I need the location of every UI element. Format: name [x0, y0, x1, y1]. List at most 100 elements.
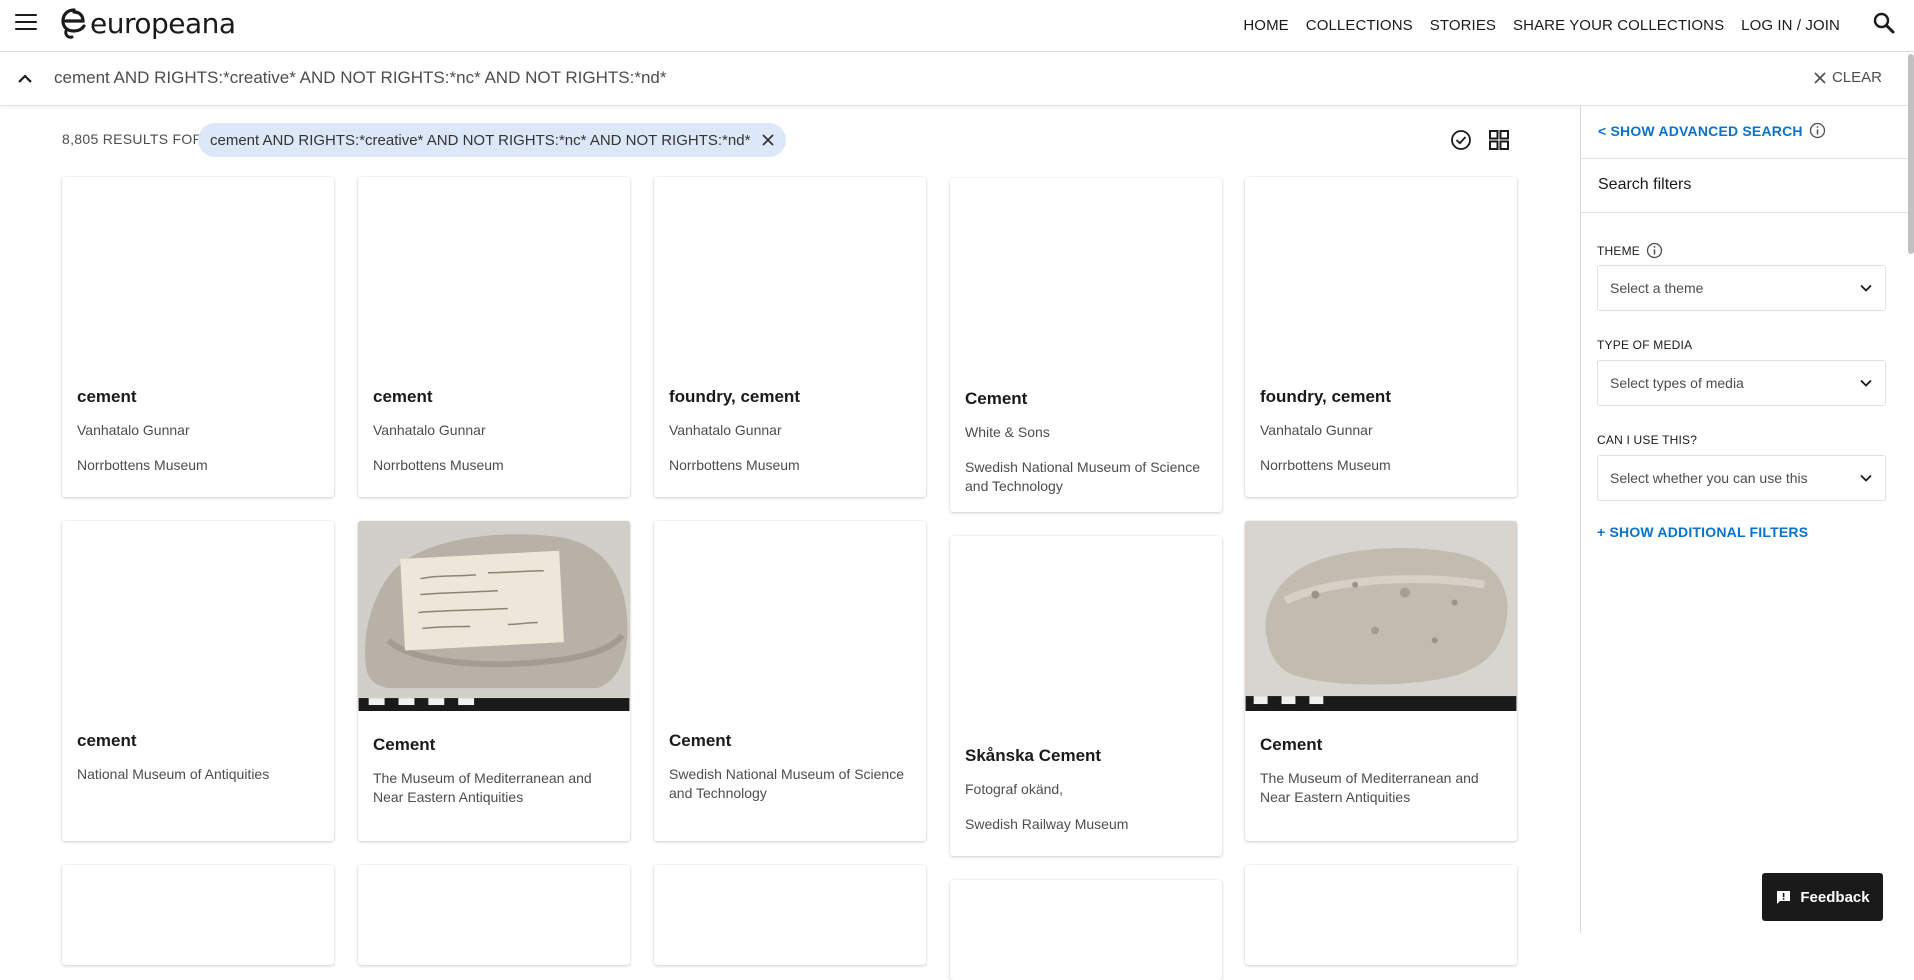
- media-type-placeholder: Select types of media: [1610, 375, 1744, 391]
- result-card[interactable]: [62, 865, 334, 965]
- feedback-icon: [1777, 890, 1791, 904]
- card-image: [654, 177, 926, 367]
- card-title: cement: [373, 387, 433, 406]
- card-title: Cement: [373, 735, 436, 754]
- results-count: 8,805 RESULTS FOR: [62, 131, 203, 147]
- media-type-select[interactable]: Select types of media: [1597, 360, 1886, 406]
- card-provider: Norrbottens Museum: [669, 457, 800, 473]
- nav-stories[interactable]: STORIES: [1430, 17, 1496, 34]
- search-input[interactable]: cement AND RIGHTS:*creative* AND NOT RIG…: [54, 68, 666, 88]
- show-additional-filters-button[interactable]: + SHOW ADDITIONAL FILTERS: [1597, 524, 1808, 540]
- close-icon: [1814, 71, 1826, 84]
- theme-label: THEME: [1597, 242, 1663, 259]
- card-title: Cement: [669, 731, 732, 750]
- result-card[interactable]: cement National Museum of Antiquities: [62, 521, 334, 841]
- card-provider: The Museum of Mediterranean and Near Eas…: [373, 770, 592, 805]
- clear-label: CLEAR: [1831, 69, 1882, 86]
- card-creator: White & Sons: [965, 424, 1050, 440]
- can-i-use-select[interactable]: Select whether you can use this: [1597, 455, 1886, 501]
- query-pill-label: cement AND RIGHTS:*creative* AND NOT RIG…: [210, 131, 751, 149]
- theme-select[interactable]: Select a theme: [1597, 265, 1886, 311]
- card-creator: Vanhatalo Gunnar: [77, 422, 190, 438]
- card-provider: Swedish National Museum of Science and T…: [669, 766, 905, 801]
- nav-share-collections[interactable]: SHARE YOUR COLLECTIONS: [1513, 17, 1724, 34]
- divider: [1581, 158, 1914, 159]
- info-icon[interactable]: [1646, 242, 1663, 259]
- nav-login[interactable]: LOG IN / JOIN: [1741, 17, 1840, 34]
- card-creator: Vanhatalo Gunnar: [1260, 422, 1373, 438]
- result-card[interactable]: [1245, 865, 1517, 965]
- result-card[interactable]: Skånska Cement Fotograf okänd, Swedish R…: [950, 536, 1222, 856]
- query-pill: cement AND RIGHTS:*creative* AND NOT RIG…: [198, 123, 787, 157]
- info-icon[interactable]: [1809, 122, 1826, 139]
- card-image: [358, 521, 630, 711]
- chevron-up-icon[interactable]: [16, 71, 34, 85]
- card-creator: Vanhatalo Gunnar: [669, 422, 782, 438]
- europeana-logo[interactable]: europeana: [60, 6, 236, 40]
- card-provider: Norrbottens Museum: [373, 457, 504, 473]
- clear-button[interactable]: CLEAR: [1814, 69, 1882, 86]
- advanced-search-label: < SHOW ADVANCED SEARCH: [1598, 122, 1803, 139]
- result-card[interactable]: Cement White & Sons Swedish National Mus…: [950, 178, 1222, 512]
- card-title: foundry, cement: [1260, 387, 1391, 406]
- page-scrollbar[interactable]: [1908, 52, 1914, 933]
- card-provider: Swedish Railway Museum: [965, 816, 1129, 832]
- main-nav: HOME COLLECTIONS STORIES SHARE YOUR COLL…: [1243, 0, 1840, 50]
- scrollbar-thumb[interactable]: [1908, 54, 1914, 254]
- top-header: europeana HOME COLLECTIONS STORIES SHARE…: [0, 0, 1914, 52]
- result-card[interactable]: Cement The Museum of Mediterranean and N…: [1245, 521, 1517, 841]
- card-image: [62, 177, 334, 367]
- view-grid-icon[interactable]: [1489, 130, 1509, 150]
- close-icon: [762, 134, 775, 146]
- card-title: Cement: [1260, 735, 1323, 754]
- card-image: [358, 177, 630, 367]
- divider: [1581, 212, 1914, 213]
- result-card[interactable]: foundry, cement Vanhatalo Gunnar Norrbot…: [1245, 177, 1517, 497]
- nav-home[interactable]: HOME: [1243, 17, 1288, 34]
- result-card[interactable]: [654, 865, 926, 965]
- card-title: cement: [77, 731, 137, 750]
- search-query-bar: cement AND RIGHTS:*creative* AND NOT RIG…: [0, 52, 1914, 106]
- view-list-icon[interactable]: [1450, 129, 1472, 151]
- feedback-label: Feedback: [1800, 888, 1870, 906]
- theme-placeholder: Select a theme: [1610, 280, 1704, 296]
- logo-text: europeana: [90, 6, 236, 40]
- filters-sidebar: < SHOW ADVANCED SEARCH Search filters TH…: [1580, 106, 1914, 933]
- chevron-down-icon: [1860, 379, 1872, 387]
- card-title: Skånska Cement: [965, 746, 1102, 765]
- card-provider: The Museum of Mediterranean and Near Eas…: [1260, 770, 1479, 805]
- card-image: [62, 521, 334, 711]
- card-provider: Norrbottens Museum: [77, 457, 208, 473]
- card-image: [1245, 521, 1517, 711]
- result-card[interactable]: cement Vanhatalo Gunnar Norrbottens Muse…: [62, 177, 334, 497]
- chevron-down-icon: [1860, 474, 1872, 482]
- result-card[interactable]: [950, 880, 1222, 980]
- menu-icon[interactable]: [15, 14, 37, 32]
- can-i-use-placeholder: Select whether you can use this: [1610, 470, 1808, 486]
- search-icon[interactable]: [1872, 11, 1896, 35]
- card-image: [1245, 177, 1517, 367]
- search-filters-heading: Search filters: [1598, 176, 1692, 193]
- card-creator: Fotograf okänd,: [965, 781, 1064, 797]
- card-title: cement: [77, 387, 137, 406]
- result-card[interactable]: [358, 865, 630, 965]
- result-card[interactable]: Cement Swedish National Museum of Scienc…: [654, 521, 926, 841]
- card-image: [950, 536, 1222, 726]
- chevron-down-icon: [1860, 284, 1872, 292]
- card-provider: Swedish National Museum of Science and T…: [965, 459, 1201, 494]
- result-card[interactable]: foundry, cement Vanhatalo Gunnar Norrbot…: [654, 177, 926, 497]
- card-title: foundry, cement: [669, 387, 800, 406]
- show-advanced-search-button[interactable]: < SHOW ADVANCED SEARCH: [1598, 122, 1826, 139]
- card-provider: Norrbottens Museum: [1260, 457, 1391, 473]
- remove-query-button[interactable]: [762, 134, 775, 146]
- card-title: Cement: [965, 389, 1028, 408]
- result-card[interactable]: cement Vanhatalo Gunnar Norrbottens Muse…: [358, 177, 630, 497]
- card-image: [950, 178, 1222, 368]
- europeana-logo-icon: [61, 8, 86, 39]
- result-card[interactable]: Cement The Museum of Mediterranean and N…: [358, 521, 630, 841]
- can-i-use-label: CAN I USE THIS?: [1597, 433, 1698, 447]
- theme-label-text: THEME: [1597, 243, 1640, 258]
- nav-collections[interactable]: COLLECTIONS: [1306, 17, 1413, 34]
- feedback-button[interactable]: Feedback: [1762, 873, 1883, 921]
- card-creator: Vanhatalo Gunnar: [373, 422, 486, 438]
